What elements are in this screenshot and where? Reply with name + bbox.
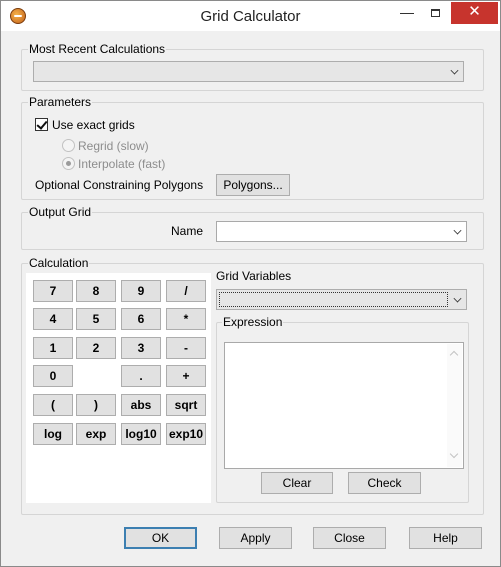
chevron-down-icon	[451, 67, 459, 75]
key-minus[interactable]: -	[166, 337, 206, 359]
output-name-combobox[interactable]	[216, 221, 467, 242]
apply-button[interactable]: Apply	[219, 527, 292, 549]
chevron-down-icon	[454, 295, 462, 303]
scroll-up-icon[interactable]	[449, 350, 459, 360]
key-decimal[interactable]: .	[121, 365, 161, 387]
use-exact-grids-checkbox[interactable]	[35, 118, 48, 131]
focus-rectangle	[219, 292, 448, 307]
check-button[interactable]: Check	[348, 472, 421, 494]
key-6[interactable]: 6	[121, 308, 161, 330]
key-plus[interactable]: +	[166, 365, 206, 387]
key-open-paren[interactable]: (	[33, 394, 73, 416]
key-divide[interactable]: /	[166, 280, 206, 302]
maximize-icon	[430, 9, 440, 17]
regrid-radio[interactable]	[62, 139, 75, 152]
key-8[interactable]: 8	[76, 280, 116, 302]
ok-button[interactable]: OK	[124, 527, 197, 549]
key-3[interactable]: 3	[121, 337, 161, 359]
scroll-down-icon[interactable]	[449, 449, 459, 459]
maximize-button[interactable]	[422, 2, 448, 24]
help-button[interactable]: Help	[409, 527, 482, 549]
constraining-polygons-label: Optional Constraining Polygons	[35, 178, 204, 192]
key-7[interactable]: 7	[33, 280, 73, 302]
recent-calculations-dropdown[interactable]	[33, 61, 464, 82]
interpolate-label: Interpolate (fast)	[78, 157, 166, 171]
clear-button[interactable]: Clear	[261, 472, 333, 494]
expression-label: Expression	[222, 315, 284, 329]
expression-textarea[interactable]	[224, 342, 464, 469]
chevron-down-icon	[454, 227, 462, 235]
key-log10[interactable]: log10	[121, 423, 161, 445]
grid-variables-label: Grid Variables	[216, 269, 292, 283]
name-label: Name	[171, 224, 204, 238]
key-abs[interactable]: abs	[121, 394, 161, 416]
minimize-button[interactable]: —	[394, 2, 420, 24]
key-exp10[interactable]: exp10	[166, 423, 206, 445]
key-sqrt[interactable]: sqrt	[166, 394, 206, 416]
expression-scrollbar[interactable]	[447, 344, 462, 467]
key-1[interactable]: 1	[33, 337, 73, 359]
output-grid-label: Output Grid	[28, 205, 93, 219]
close-window-button[interactable]: ✕	[451, 2, 498, 24]
key-log[interactable]: log	[33, 423, 73, 445]
key-4[interactable]: 4	[33, 308, 73, 330]
calculation-label: Calculation	[28, 256, 90, 270]
interpolate-radio[interactable]	[62, 157, 75, 170]
close-button[interactable]: Close	[313, 527, 386, 549]
key-close-paren[interactable]: )	[76, 394, 116, 416]
key-multiply[interactable]: *	[166, 308, 206, 330]
use-exact-grids-label: Use exact grids	[52, 118, 135, 132]
parameters-label: Parameters	[28, 95, 93, 109]
grid-variables-dropdown[interactable]	[216, 289, 467, 310]
key-9[interactable]: 9	[121, 280, 161, 302]
keypad-panel: 7 8 9 / 4 5 6 * 1 2 3 - 0 . + ( ) abs sq…	[26, 273, 211, 503]
key-2[interactable]: 2	[76, 337, 116, 359]
polygons-button[interactable]: Polygons...	[216, 174, 290, 196]
regrid-label: Regrid (slow)	[78, 139, 149, 153]
key-exp[interactable]: exp	[76, 423, 116, 445]
title-bar: Grid Calculator — ✕	[1, 1, 500, 31]
key-0[interactable]: 0	[33, 365, 73, 387]
grid-calculator-window: Grid Calculator — ✕ Most Recent Calculat…	[0, 0, 501, 567]
recent-calculations-label: Most Recent Calculations	[28, 42, 167, 56]
key-5[interactable]: 5	[76, 308, 116, 330]
